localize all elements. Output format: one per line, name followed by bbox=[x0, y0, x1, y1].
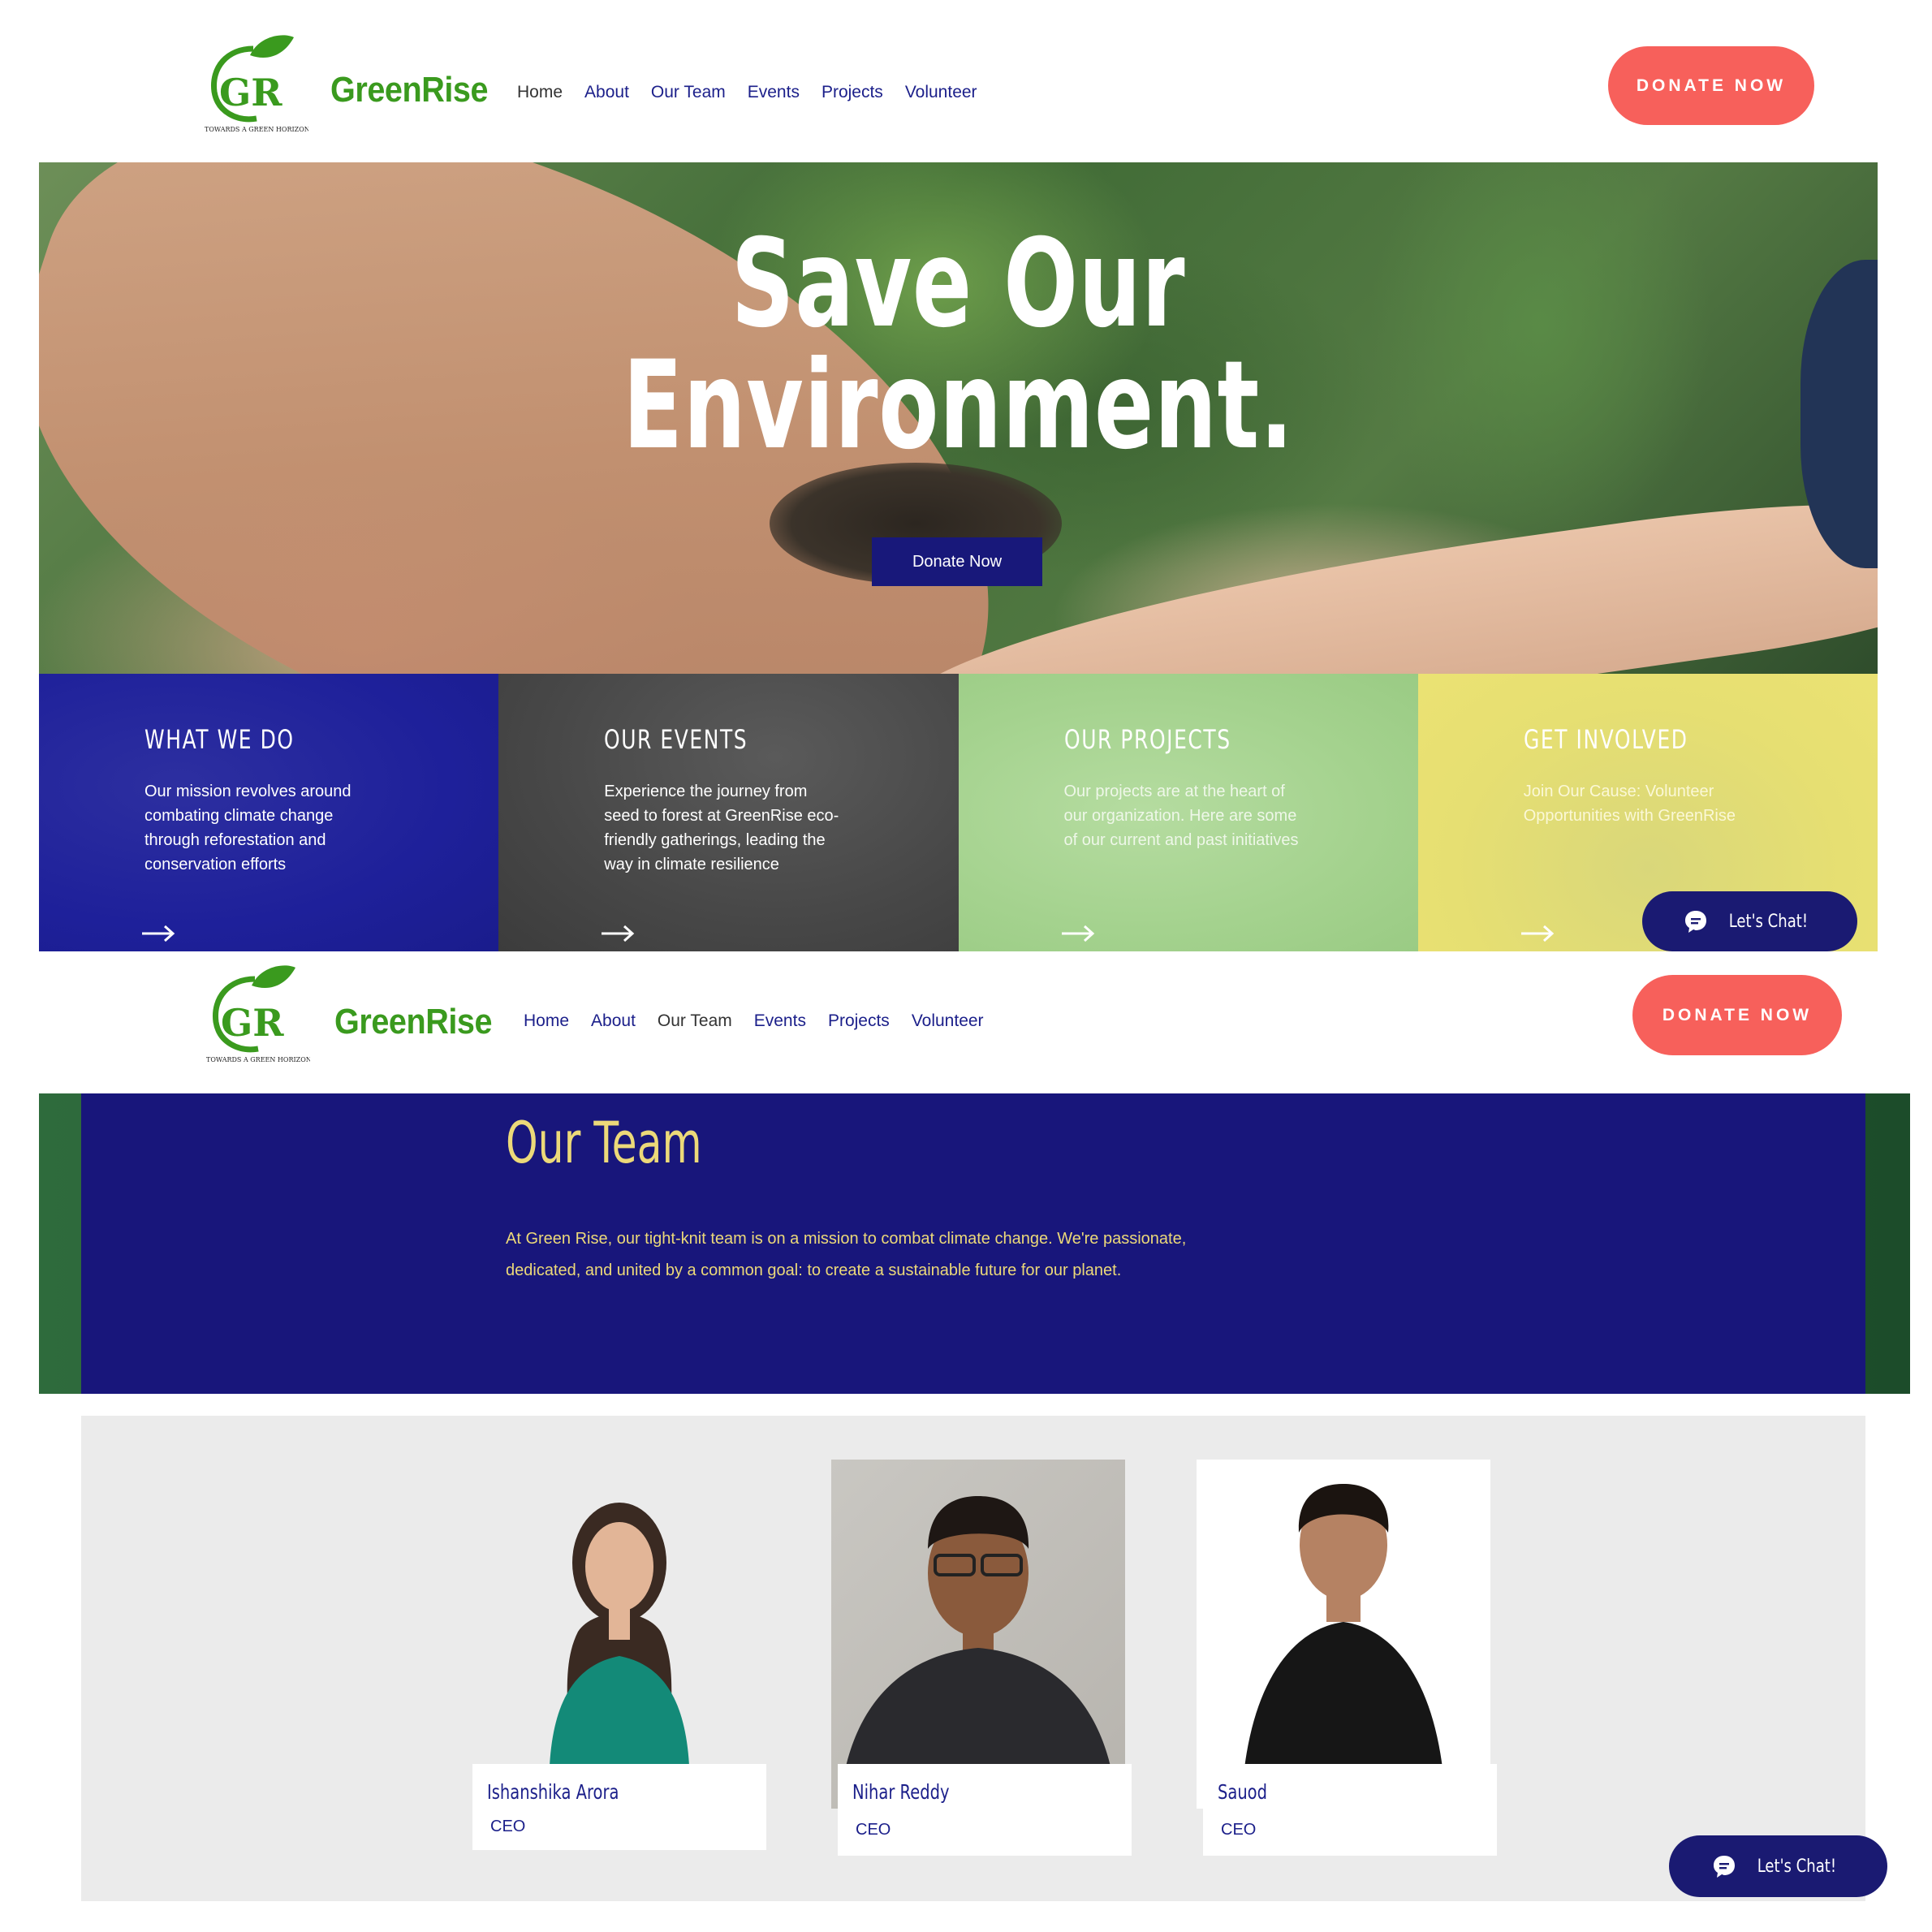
member-name: Ishanshika Arora bbox=[487, 1780, 619, 1804]
member-role: CEO bbox=[856, 1821, 891, 1839]
tile-title: OUR PROJECTS bbox=[1063, 724, 1231, 755]
nav-events[interactable]: Events bbox=[754, 1011, 806, 1031]
brand-name[interactable]: GreenRise bbox=[334, 1002, 492, 1042]
greenrise-logo[interactable]: GR TOWARDS A GREEN HORIZON bbox=[205, 961, 312, 1067]
main-nav: Home About Our Team Events Projects Volu… bbox=[524, 1011, 984, 1031]
brand-name[interactable]: GreenRise bbox=[330, 70, 488, 110]
tile-our-projects[interactable]: OUR PROJECTS Our projects are at the hea… bbox=[958, 674, 1418, 951]
nav-volunteer[interactable]: Volunteer bbox=[912, 1011, 984, 1031]
hero-title-line2: Environment. bbox=[623, 335, 1294, 477]
tile-what-we-do[interactable]: WHAT WE DO Our mission revolves around c… bbox=[39, 674, 499, 951]
nav-our-team[interactable]: Our Team bbox=[658, 1011, 732, 1031]
main-nav: Home About Our Team Events Projects Volu… bbox=[517, 83, 977, 102]
arrow-right-icon[interactable] bbox=[1520, 924, 1555, 943]
nav-home[interactable]: Home bbox=[524, 1011, 569, 1031]
feature-tiles: WHAT WE DO Our mission revolves around c… bbox=[39, 674, 1878, 951]
logo-leaf-icon: GR TOWARDS A GREEN HORIZON bbox=[205, 35, 310, 133]
chat-label: Let's Chat! bbox=[1757, 1856, 1837, 1877]
chat-bubble-icon bbox=[1685, 911, 1707, 933]
team-intro-section: Our Team At Green Rise, our tight-knit t… bbox=[39, 1093, 1910, 1394]
greenrise-logo[interactable]: GR TOWARDS A GREEN HORIZON bbox=[203, 31, 310, 136]
member-photo bbox=[472, 1461, 766, 1766]
nav-projects[interactable]: Projects bbox=[828, 1011, 890, 1031]
svg-text:TOWARDS A GREEN HORIZON: TOWARDS A GREEN HORIZON bbox=[206, 1056, 310, 1063]
svg-text:GR: GR bbox=[221, 1001, 284, 1045]
team-intro-panel: Our Team At Green Rise, our tight-knit t… bbox=[81, 1093, 1865, 1394]
team-description: At Green Rise, our tight-knit team is on… bbox=[506, 1230, 1187, 1279]
nav-events[interactable]: Events bbox=[748, 83, 800, 102]
donate-now-button[interactable]: DONATE NOW bbox=[1608, 46, 1814, 125]
member-name: Sauod bbox=[1218, 1780, 1267, 1804]
hero-banner: Save Our Environment. Donate Now bbox=[39, 162, 1878, 674]
tile-title: OUR EVENTS bbox=[604, 724, 748, 755]
tile-text: Our mission revolves around combating cl… bbox=[144, 783, 351, 873]
svg-text:TOWARDS A GREEN HORIZON: TOWARDS A GREEN HORIZON bbox=[205, 126, 308, 133]
member-card[interactable]: Nihar Reddy CEO bbox=[838, 1764, 1132, 1856]
member-name: Nihar Reddy bbox=[852, 1780, 950, 1804]
chat-button[interactable]: Let's Chat! bbox=[1669, 1835, 1887, 1897]
arrow-right-icon[interactable] bbox=[140, 924, 176, 943]
tile-text: Join Our Cause: Volunteer Opportunities … bbox=[1523, 783, 1736, 825]
member-photo bbox=[1197, 1460, 1490, 1809]
member-role: CEO bbox=[490, 1818, 526, 1835]
hero-title-line1: Save Our bbox=[731, 213, 1186, 355]
tile-our-events[interactable]: OUR EVENTS Experience the journey from s… bbox=[498, 674, 959, 951]
chat-bubble-icon bbox=[1714, 1856, 1736, 1878]
nav-about[interactable]: About bbox=[584, 83, 629, 102]
nav-about[interactable]: About bbox=[591, 1011, 636, 1031]
nav-our-team[interactable]: Our Team bbox=[651, 83, 726, 102]
chat-label: Let's Chat! bbox=[1728, 911, 1809, 932]
arrow-right-icon[interactable] bbox=[600, 924, 636, 943]
member-role: CEO bbox=[1221, 1821, 1257, 1839]
tile-title: GET INVOLVED bbox=[1523, 724, 1688, 755]
arrow-right-icon[interactable] bbox=[1060, 924, 1096, 943]
tile-text: Experience the journey from seed to fore… bbox=[604, 783, 839, 873]
logo-leaf-icon: GR TOWARDS A GREEN HORIZON bbox=[206, 965, 312, 1063]
nav-projects[interactable]: Projects bbox=[822, 83, 883, 102]
tile-text: Our projects are at the heart of our org… bbox=[1063, 783, 1299, 849]
top-header: GR TOWARDS A GREEN HORIZON GreenRise Hom… bbox=[0, 0, 1932, 162]
hero-donate-button[interactable]: Donate Now bbox=[872, 537, 1042, 586]
member-card[interactable]: Ishanshika Arora CEO bbox=[472, 1764, 766, 1850]
member-card[interactable]: Sauod CEO bbox=[1203, 1764, 1497, 1856]
nav-volunteer[interactable]: Volunteer bbox=[905, 83, 977, 102]
chat-button[interactable]: Let's Chat! bbox=[1642, 891, 1857, 951]
member-photo bbox=[831, 1460, 1125, 1809]
second-header: GR TOWARDS A GREEN HORIZON GreenRise Hom… bbox=[0, 951, 1932, 1093]
svg-text:GR: GR bbox=[219, 71, 282, 114]
page-title: Our Team bbox=[506, 1110, 702, 1176]
donate-now-button[interactable]: DONATE NOW bbox=[1632, 975, 1842, 1055]
tile-title: WHAT WE DO bbox=[144, 724, 295, 755]
nav-home[interactable]: Home bbox=[517, 83, 563, 102]
